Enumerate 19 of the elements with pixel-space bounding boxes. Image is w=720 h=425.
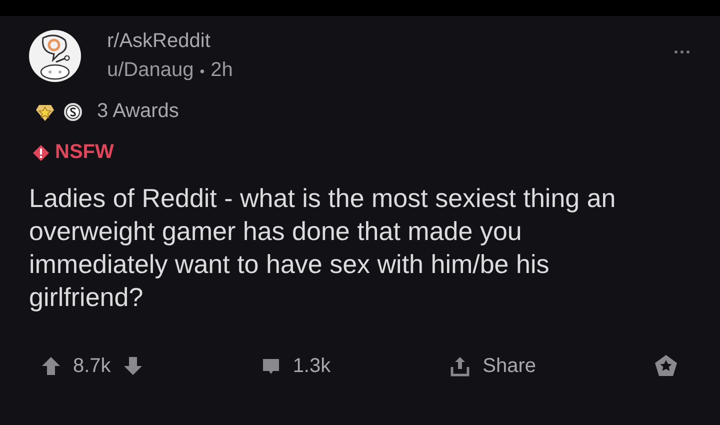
- post-title[interactable]: Ladies of Reddit - what is the most sexiest thing an overweight gamer has done that made you immediately want to have sex with him/be his girlfriend?: [29, 182, 659, 314]
- nsfw-tag: NSFW: [55, 141, 114, 164]
- share-button[interactable]: Share: [448, 354, 536, 378]
- downvote-icon[interactable]: [122, 356, 143, 376]
- give-award-icon[interactable]: [654, 354, 678, 378]
- comment-count[interactable]: 1.3k: [292, 354, 331, 378]
- warning-icon: [33, 144, 49, 160]
- separator-dot: •: [200, 62, 205, 78]
- upvote-icon[interactable]: [41, 356, 61, 376]
- awards-count[interactable]: 3 Awards: [97, 100, 179, 123]
- coin-icon: [63, 102, 83, 122]
- subreddit-name[interactable]: r/AskReddit: [107, 30, 210, 53]
- share-icon: [448, 355, 471, 377]
- post-age: 2h: [210, 59, 233, 82]
- username[interactable]: u/Danaug: [107, 59, 194, 82]
- subreddit-avatar-icon[interactable]: [29, 30, 81, 82]
- comment-icon[interactable]: [260, 356, 281, 376]
- more-options-icon[interactable]: [674, 50, 690, 54]
- vote-score: 8.7k: [73, 354, 111, 378]
